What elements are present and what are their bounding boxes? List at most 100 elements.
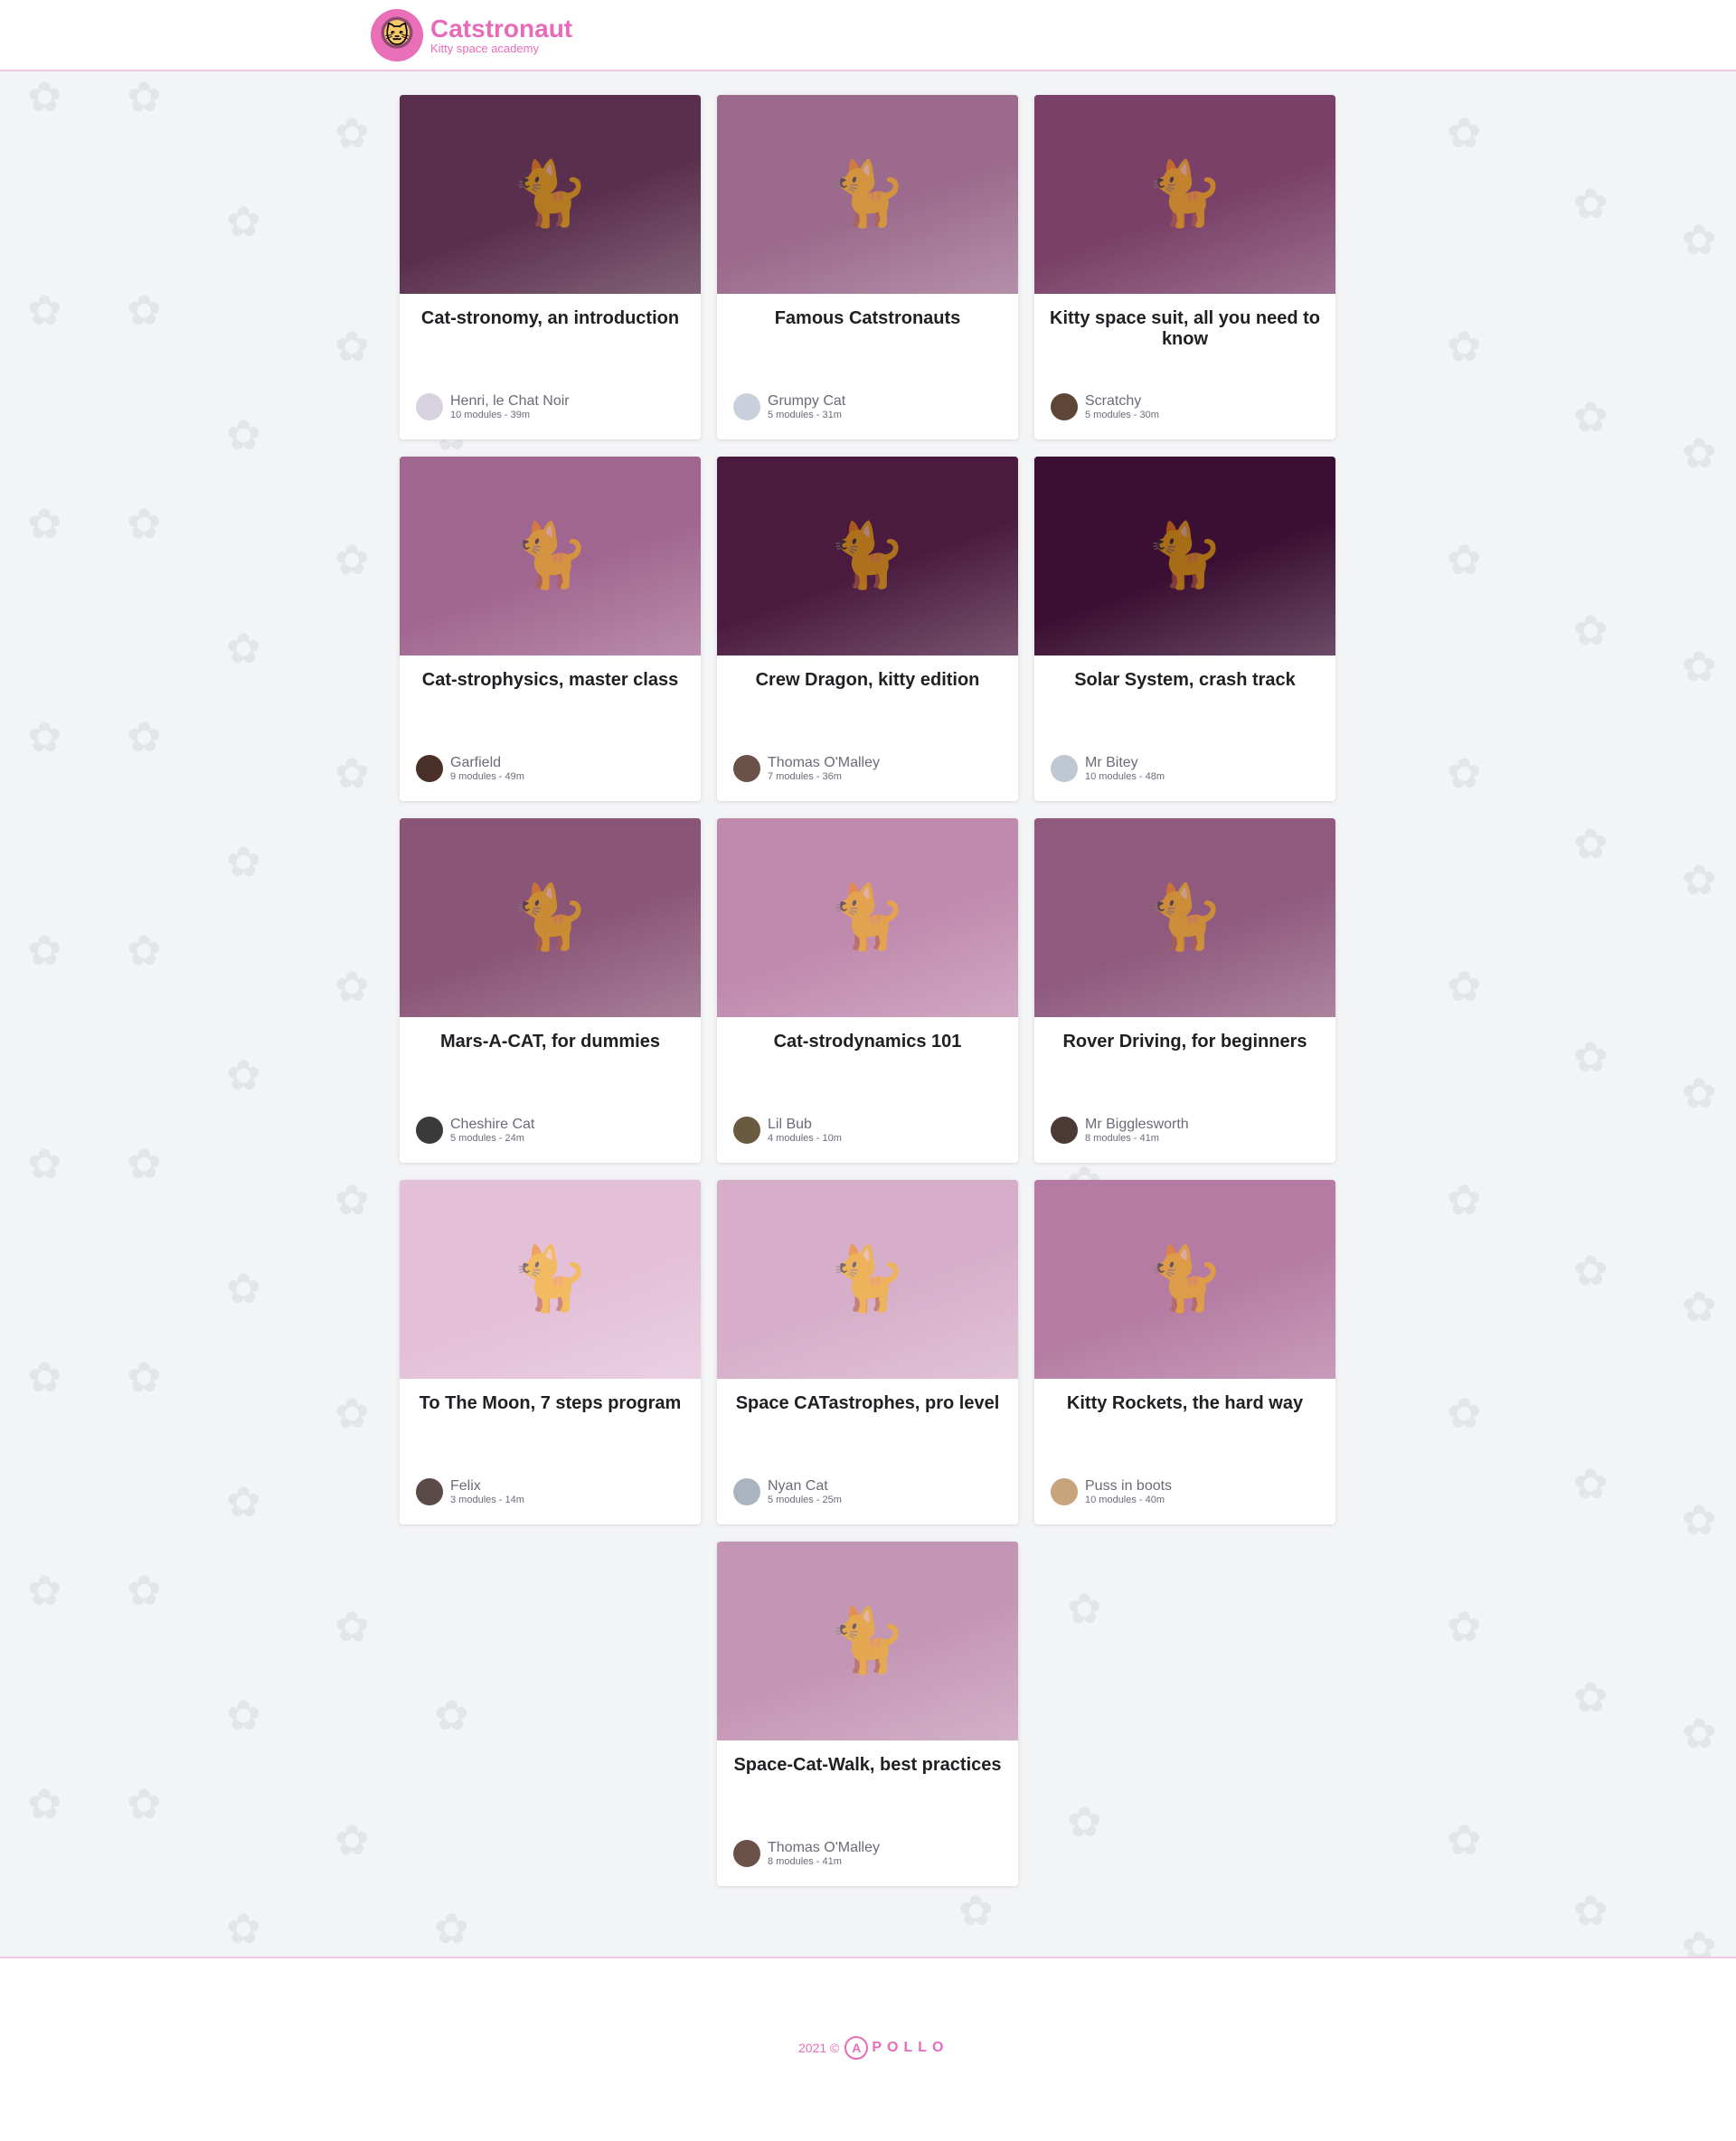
track-title: Kitty space suit, all you need to know (1050, 308, 1320, 349)
doodle: ✿ (127, 1567, 162, 1614)
track-thumbnail: 🐈 (1034, 95, 1335, 294)
track-meta: 5 modules - 24m (450, 1133, 524, 1144)
cat-image-icon: 🐈 (1145, 882, 1225, 952)
track-card[interactable]: 🐈 Cat-strophysics, master class Garfield… (400, 457, 701, 801)
track-thumbnail: 🐈 (400, 95, 701, 294)
track-meta: 5 modules - 25m (768, 1495, 842, 1505)
track-card[interactable]: 🐈 Solar System, crash track Mr Bitey 10 … (1034, 457, 1335, 801)
track-author: Puss in boots 10 modules - 40m (1051, 1478, 1172, 1505)
doodle: ✿ (335, 1603, 370, 1650)
cat-image-icon: 🐈 (510, 1243, 590, 1314)
track-author: Nyan Cat 5 modules - 25m (733, 1478, 842, 1505)
cat-image-icon: 🐈 (510, 520, 590, 590)
doodle: ✿ (27, 1567, 62, 1614)
doodle: ✿ (335, 536, 370, 583)
track-meta: 10 modules - 39m (450, 410, 531, 420)
site-footer: 2021 © A POLLO (0, 1957, 1736, 2141)
doodle: ✿ (27, 1780, 62, 1827)
track-title: Famous Catstronauts (774, 308, 961, 328)
track-card[interactable]: 🐈 Famous Catstronauts Grumpy Cat 5 modul… (717, 95, 1018, 439)
cat-image-icon: 🐈 (1145, 1243, 1225, 1314)
track-author: Felix 3 modules - 14m (416, 1478, 524, 1505)
site-header: 🐱 Catstronaut Kitty space academy (0, 0, 1736, 71)
track-title: Cat-strophysics, master class (421, 670, 679, 690)
track-thumbnail: 🐈 (1034, 818, 1335, 1017)
track-card[interactable]: 🐈 Mars-A-CAT, for dummies Cheshire Cat 5… (400, 818, 701, 1163)
track-author: Lil Bub 4 modules - 10m (733, 1117, 842, 1144)
doodle: ✿ (1447, 1176, 1482, 1223)
track-author: Thomas O'Malley 8 modules - 41m (733, 1840, 880, 1867)
author-avatar (416, 1117, 443, 1144)
track-card[interactable]: 🐈 Crew Dragon, kitty edition Thomas O'Ma… (717, 457, 1018, 801)
track-meta: 9 modules - 49m (450, 771, 524, 782)
doodle: ✿ (335, 1816, 370, 1863)
author-avatar (1051, 755, 1078, 782)
apollo-logo-icon[interactable]: A (844, 2036, 869, 2060)
doodle: ✿ (226, 625, 261, 672)
track-title: Mars-A-CAT, for dummies (440, 1032, 660, 1052)
site-subtitle: Kitty space academy (430, 42, 539, 55)
doodle: ✿ (1447, 750, 1482, 797)
track-card[interactable]: 🐈 Cat-strodynamics 101 Lil Bub 4 modules… (717, 818, 1018, 1163)
cat-astronaut-icon: 🐱 (371, 9, 423, 61)
author-avatar (1051, 393, 1078, 420)
track-card[interactable]: 🐈 To The Moon, 7 steps program Felix 3 m… (400, 1180, 701, 1524)
doodle: ✿ (226, 1052, 261, 1099)
site-title: Catstronaut (430, 14, 573, 42)
track-thumbnail: 🐈 (717, 457, 1018, 656)
track-title: Crew Dragon, kitty edition (755, 670, 980, 690)
doodle: ✿ (127, 1140, 162, 1187)
cat-image-icon: 🐈 (827, 882, 908, 952)
author-avatar (733, 1117, 760, 1144)
cat-image-icon: 🐈 (827, 158, 908, 229)
track-grid: 🐈 Cat-stronomy, an introduction Henri, l… (400, 95, 1335, 1886)
author-name: Cheshire Cat (450, 1117, 535, 1132)
cat-image-icon: 🐈 (510, 158, 590, 229)
track-author: Garfield 9 modules - 49m (416, 755, 524, 782)
track-meta: 10 modules - 48m (1085, 771, 1165, 782)
track-card[interactable]: 🐈 Rover Driving, for beginners Mr Biggle… (1034, 818, 1335, 1163)
track-title: Kitty Rockets, the hard way (1066, 1393, 1304, 1413)
author-avatar (1051, 1117, 1078, 1144)
track-meta: 5 modules - 30m (1085, 410, 1159, 420)
track-meta: 4 modules - 10m (768, 1133, 842, 1144)
doodle: ✿ (1447, 109, 1482, 156)
doodle: ✿ (1573, 1460, 1609, 1507)
doodle: ✿ (335, 323, 370, 370)
author-avatar (733, 755, 760, 782)
track-card[interactable]: 🐈 Kitty space suit, all you need to know… (1034, 95, 1335, 439)
doodle: ✿ (226, 198, 261, 245)
author-name: Thomas O'Malley (768, 1840, 880, 1855)
doodle: ✿ (27, 927, 62, 974)
author-name: Grumpy Cat (768, 393, 846, 409)
track-title: To The Moon, 7 steps program (419, 1393, 682, 1413)
author-avatar (733, 1478, 760, 1505)
doodle: ✿ (335, 1176, 370, 1223)
doodle: ✿ (1682, 1283, 1717, 1330)
author-avatar (416, 1478, 443, 1505)
track-meta: 8 modules - 41m (768, 1856, 842, 1867)
doodle: ✿ (1682, 1070, 1717, 1117)
doodle: ✿ (1573, 1033, 1609, 1080)
track-card[interactable]: 🐈 Space CATastrophes, pro level Nyan Cat… (717, 1180, 1018, 1524)
apollo-wordmark[interactable]: POLLO (872, 2040, 948, 2056)
doodle: ✿ (27, 287, 62, 334)
doodle: ✿ (127, 713, 162, 760)
doodle: ✿ (1573, 820, 1609, 867)
doodle: ✿ (127, 1780, 162, 1827)
doodle: ✿ (127, 927, 162, 974)
track-card[interactable]: 🐈 Space-Cat-Walk, best practices Thomas … (717, 1542, 1018, 1886)
track-card[interactable]: 🐈 Cat-stronomy, an introduction Henri, l… (400, 95, 701, 439)
doodle: ✿ (958, 1887, 994, 1934)
track-thumbnail: 🐈 (717, 818, 1018, 1017)
doodle: ✿ (127, 1353, 162, 1401)
logo[interactable]: 🐱 Catstronaut Kitty space academy (371, 9, 572, 61)
track-meta: 3 modules - 14m (450, 1495, 524, 1505)
track-meta: 7 modules - 36m (768, 771, 842, 782)
doodle: ✿ (27, 73, 62, 120)
author-name: Scratchy (1085, 393, 1142, 409)
doodle: ✿ (27, 1140, 62, 1187)
doodle: ✿ (335, 750, 370, 797)
doodle: ✿ (335, 1390, 370, 1437)
track-card[interactable]: 🐈 Kitty Rockets, the hard way Puss in bo… (1034, 1180, 1335, 1524)
